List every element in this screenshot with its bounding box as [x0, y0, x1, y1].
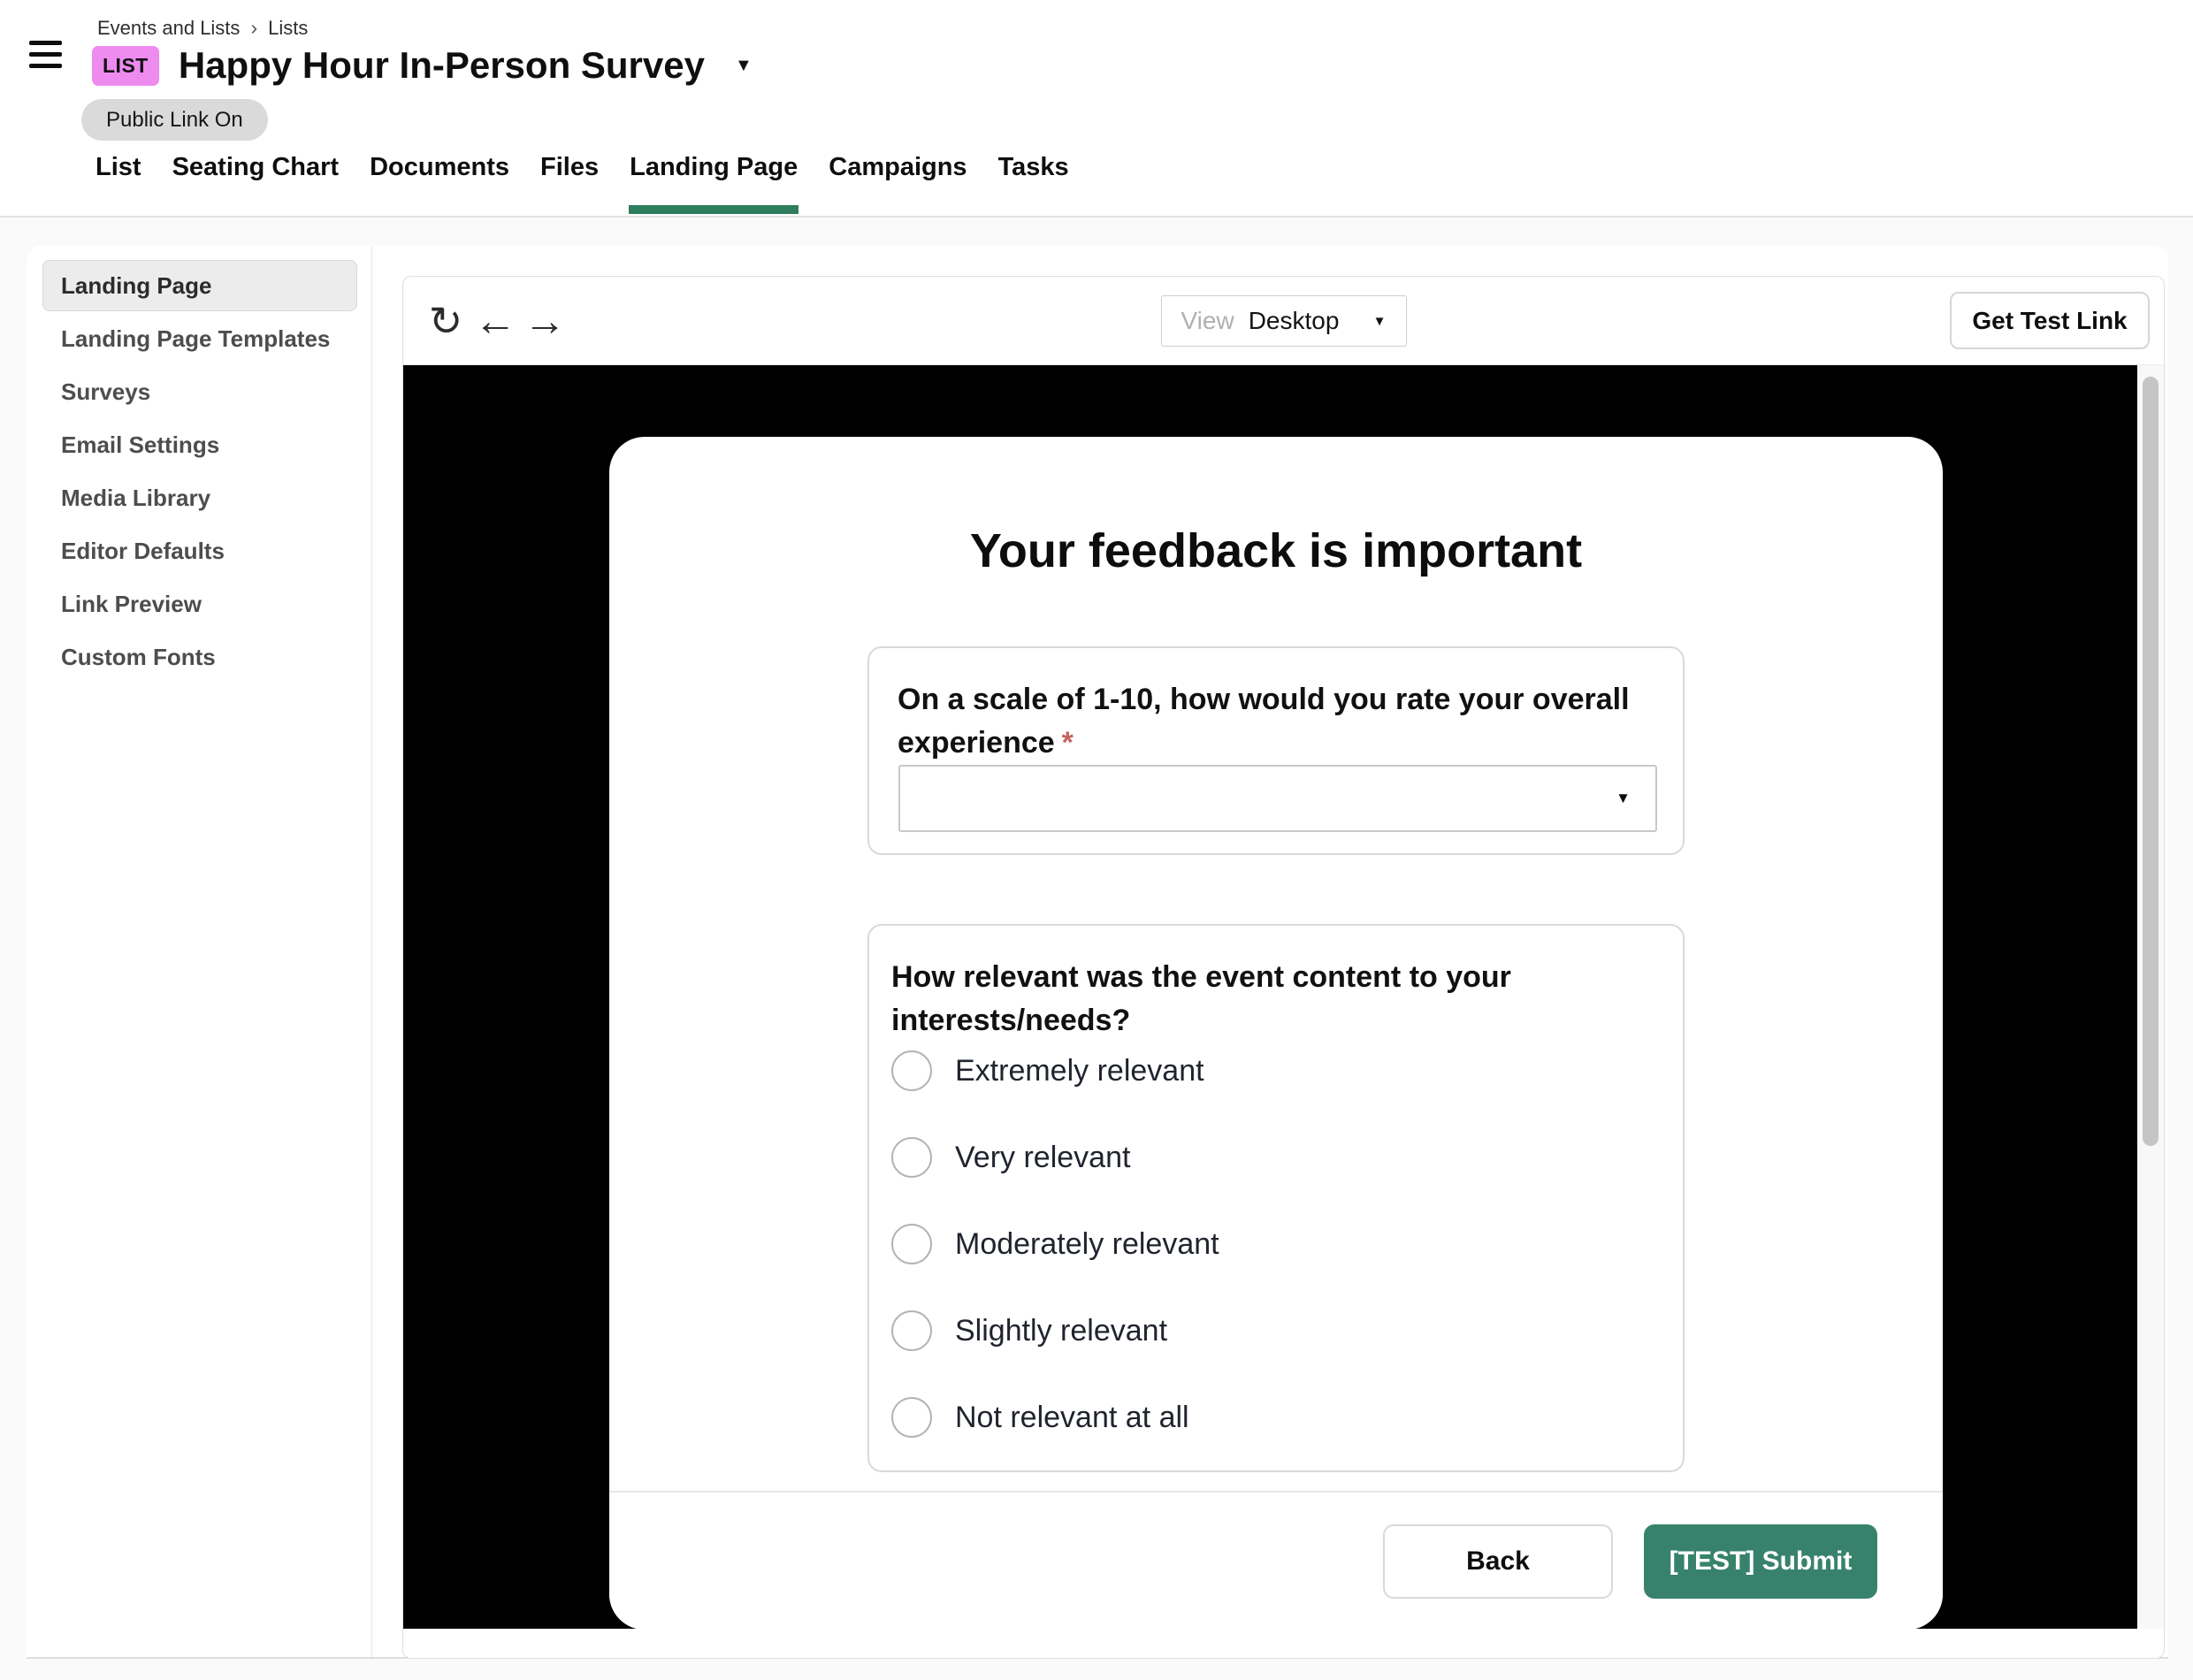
- sidebar-item-landing-page-templates[interactable]: Landing Page Templates: [42, 313, 357, 364]
- required-asterisk: *: [1062, 726, 1074, 760]
- radio-button-icon[interactable]: [891, 1224, 932, 1264]
- dropdown-caret-icon: ▼: [1616, 790, 1631, 807]
- sidebar-item-editor-defaults[interactable]: Editor Defaults: [42, 525, 357, 577]
- option-slightly-relevant[interactable]: Slightly relevant: [891, 1287, 1661, 1374]
- option-not-relevant-at-all[interactable]: Not relevant at all: [891, 1374, 1661, 1461]
- preview-viewport: Your feedback is important On a scale of…: [403, 365, 2139, 1629]
- radio-button-icon[interactable]: [891, 1397, 932, 1438]
- refresh-icon[interactable]: ↻: [424, 277, 467, 365]
- view-mode-select[interactable]: View Desktop ▼: [1161, 295, 1407, 347]
- forward-arrow-icon[interactable]: →: [522, 277, 568, 365]
- public-link-status-badge: Public Link On: [81, 99, 268, 141]
- option-label: Slightly relevant: [955, 1314, 1167, 1348]
- option-very-relevant[interactable]: Very relevant: [891, 1114, 1661, 1201]
- option-moderately-relevant[interactable]: Moderately relevant: [891, 1201, 1661, 1287]
- radio-button-icon[interactable]: [891, 1137, 932, 1178]
- view-select-label: View: [1181, 307, 1234, 335]
- tab-tasks[interactable]: Tasks: [997, 153, 1070, 212]
- option-label: Extremely relevant: [955, 1054, 1204, 1088]
- option-label: Moderately relevant: [955, 1227, 1219, 1262]
- sidebar-item-surveys[interactable]: Surveys: [42, 366, 357, 417]
- app-header: Events and Lists › Lists LIST Happy Hour…: [0, 0, 2193, 218]
- settings-sidebar: Landing Page Landing Page Templates Surv…: [27, 246, 371, 1657]
- chevron-down-icon: ▼: [1373, 314, 1387, 329]
- survey-footer: Back [TEST] Submit: [609, 1491, 1943, 1629]
- survey-heading: Your feedback is important: [609, 523, 1943, 578]
- tab-list[interactable]: List: [95, 153, 142, 212]
- preview-scrollbar-thumb[interactable]: [2143, 377, 2159, 1146]
- title-row: LIST Happy Hour In-Person Survey ▼: [92, 44, 753, 87]
- sidebar-item-landing-page[interactable]: Landing Page: [42, 260, 357, 311]
- tab-documents[interactable]: Documents: [369, 153, 510, 212]
- landing-page-preview-panel: ↻ ← → View Desktop ▼ Get Test Link Your …: [402, 276, 2165, 1659]
- breadcrumb-lists[interactable]: Lists: [268, 17, 308, 40]
- relevance-options: Extremely relevant Very relevant Moderat…: [891, 1027, 1661, 1461]
- tab-campaigns[interactable]: Campaigns: [828, 153, 967, 212]
- breadcrumb: Events and Lists › Lists: [97, 16, 308, 40]
- preview-scrollbar-track: [2137, 365, 2164, 1629]
- sidebar-item-custom-fonts[interactable]: Custom Fonts: [42, 631, 357, 683]
- radio-button-icon[interactable]: [891, 1050, 932, 1091]
- question-rating-text: On a scale of 1-10, how would you rate y…: [898, 683, 1630, 760]
- sidebar-item-link-preview[interactable]: Link Preview: [42, 578, 357, 630]
- view-select-value: Desktop: [1249, 307, 1340, 335]
- tab-seating-chart[interactable]: Seating Chart: [172, 153, 340, 212]
- rating-dropdown[interactable]: ▼: [898, 765, 1657, 832]
- question-relevance-box: How relevant was the event content to yo…: [867, 924, 1685, 1472]
- test-submit-button[interactable]: [TEST] Submit: [1644, 1524, 1877, 1599]
- page-title: Happy Hour In-Person Survey: [179, 44, 705, 87]
- list-type-badge: LIST: [92, 46, 159, 86]
- get-test-link-button[interactable]: Get Test Link: [1950, 292, 2150, 349]
- tab-landing-page[interactable]: Landing Page: [629, 153, 798, 212]
- option-extremely-relevant[interactable]: Extremely relevant: [891, 1027, 1661, 1114]
- back-button[interactable]: Back: [1383, 1524, 1613, 1599]
- option-label: Very relevant: [955, 1141, 1130, 1175]
- radio-button-icon[interactable]: [891, 1310, 932, 1351]
- title-dropdown-caret-icon[interactable]: ▼: [735, 56, 753, 76]
- question-rating-box: On a scale of 1-10, how would you rate y…: [867, 646, 1685, 855]
- sidebar-item-email-settings[interactable]: Email Settings: [42, 419, 357, 470]
- hamburger-menu-icon[interactable]: [29, 41, 62, 70]
- breadcrumb-separator-icon: ›: [250, 16, 257, 40]
- survey-card: Your feedback is important On a scale of…: [609, 437, 1943, 1629]
- sidebar-divider: [371, 246, 372, 1657]
- tab-bar: List Seating Chart Documents Files Landi…: [95, 153, 1070, 212]
- tab-files[interactable]: Files: [539, 153, 600, 212]
- sidebar-item-media-library[interactable]: Media Library: [42, 472, 357, 523]
- preview-toolbar: ↻ ← → View Desktop ▼ Get Test Link: [403, 277, 2164, 365]
- breadcrumb-events-and-lists[interactable]: Events and Lists: [97, 17, 240, 40]
- content-panel: Landing Page Landing Page Templates Surv…: [27, 246, 2168, 1659]
- back-arrow-icon[interactable]: ←: [472, 277, 518, 365]
- option-label: Not relevant at all: [955, 1401, 1189, 1435]
- question-rating-label: On a scale of 1-10, how would you rate y…: [898, 678, 1631, 765]
